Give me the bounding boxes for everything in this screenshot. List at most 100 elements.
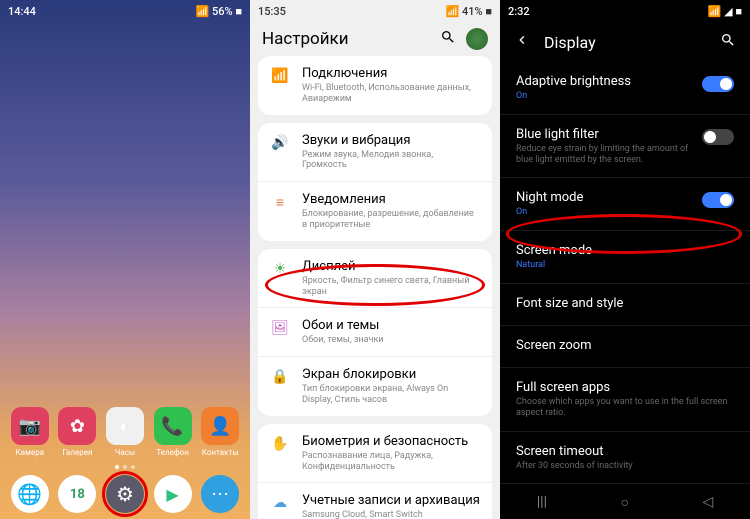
row-subtitle: Яркость, Фильтр синего света, Главный эк… [302, 276, 480, 298]
item-title: Font size and style [516, 296, 734, 311]
row-title: Подключения [302, 66, 480, 81]
dock-play-icon[interactable]: ▶ [154, 475, 192, 513]
settings-row-Уведомления[interactable]: ≡ Уведомления Блокирование, разрешение, до… [258, 181, 492, 241]
display-item-screen-mode[interactable]: Screen mode Natural [500, 231, 750, 284]
dock-settings-icon[interactable]: ⚙ [106, 475, 144, 513]
search-icon[interactable] [440, 29, 456, 49]
display-item-night-mode[interactable]: Night mode On [500, 178, 750, 231]
page-indicator [0, 465, 250, 469]
item-title: Screen zoom [516, 338, 734, 353]
item-title: Blue light filter [516, 127, 702, 142]
settings-cards: 📶 Подключения Wi-Fi, Bluetooth, Использова… [250, 56, 500, 519]
item-title: Adaptive brightness [516, 74, 702, 89]
row-subtitle: Samsung Cloud, Smart Switch [302, 510, 480, 519]
toggle-switch[interactable] [702, 76, 734, 92]
app-icon: 👤 [201, 407, 239, 445]
page-title: Display [544, 33, 706, 52]
settings-row-Обои и темы[interactable]: 🖼 Обои и темы Обои, темы, значки [258, 307, 492, 356]
settings-card: ✋Биометрия и безопасностьРаспознавание л… [258, 424, 492, 519]
status-icons: 📶 56% ■ [196, 5, 242, 18]
item-title: Full screen apps [516, 380, 734, 395]
app-row: 📷Камера✿ Галерея ◐ Часы 📞 Телефон 👤 Контакты [0, 407, 250, 457]
item-title: Screen mode [516, 243, 734, 258]
item-subtitle: Natural [516, 260, 734, 271]
app-Камера[interactable]: 📷Камера [9, 407, 51, 457]
search-icon[interactable] [720, 32, 736, 52]
row-icon: 🔒 [270, 369, 290, 385]
row-title: Экран блокировки [302, 367, 480, 382]
home-screen-panel: 14:44 📶 56% ■ 📷Камера✿ Галерея ◐ Часы 📞 Телеф… [0, 0, 250, 519]
toggle-switch[interactable] [702, 129, 734, 145]
app-label: Контакты [202, 448, 239, 457]
dock: 🌐18 ⚙ ▶⋯ [0, 475, 250, 513]
toggle-switch[interactable] [702, 192, 734, 208]
app-Контакты[interactable]: 👤 Контакты [199, 407, 241, 457]
item-title: Screen timeout [516, 444, 734, 459]
app-Галерея[interactable]: ✿ Галерея [56, 407, 98, 457]
row-icon: ✋ [270, 436, 290, 452]
app-icon: ✿ [58, 407, 96, 445]
app-label: Часы [115, 448, 135, 457]
row-title: Уведомления [302, 192, 480, 207]
clock: 14:44 [8, 5, 36, 18]
back-icon[interactable] [514, 32, 530, 52]
status-bar: 14:44 📶 56% ■ [0, 0, 250, 22]
recents-button[interactable]: ||| [537, 494, 547, 511]
row-subtitle: Wi-Fi, Bluetooth, Использование данных, … [302, 83, 480, 105]
dock-messages-icon[interactable]: ⋯ [201, 475, 239, 513]
display-item-full-screen-apps[interactable]: Full screen apps Choose which apps you wa… [500, 368, 750, 432]
settings-card: 📶 Подключения Wi-Fi, Bluetooth, Использова… [258, 56, 492, 115]
row-subtitle: Тип блокировки экрана, Always On Display… [302, 384, 480, 406]
item-title: Night mode [516, 190, 702, 205]
row-icon: 📶 [270, 68, 290, 84]
dock-chrome-icon[interactable]: 🌐 [11, 475, 49, 513]
display-item-font-size-and-style[interactable]: Font size and style [500, 284, 750, 326]
status-bar: 2:32 📶 ◢ ■ [500, 0, 750, 22]
settings-list-panel: 15:35 📶 41% ■ Настройки 📶 Подключения Wi-F… [250, 0, 500, 519]
row-subtitle: Режим звука, Мелодия звонка, Громкость [302, 150, 480, 172]
row-icon: ≡ [270, 194, 290, 211]
settings-row-Звуки и вибрация[interactable]: 🔊Звуки и вибрацияРежим звука, Мелодия зв… [258, 123, 492, 182]
row-title: Учетные записи и архивация [302, 493, 480, 508]
settings-header: Настройки [250, 22, 500, 56]
row-title: Звуки и вибрация [302, 133, 480, 148]
row-title: Биометрия и безопасность [302, 434, 480, 449]
back-button[interactable]: ◁ [702, 494, 713, 511]
row-icon: 🖼 [270, 320, 290, 336]
dock-calendar-icon[interactable]: 18 [58, 475, 96, 513]
app-Телефон[interactable]: 📞 Телефон [152, 407, 194, 457]
settings-row-Учетные записи и архивация[interactable]: ☁Учетные записи и архивацияSamsung Cloud… [258, 482, 492, 519]
display-item-screen-timeout[interactable]: Screen timeout After 30 seconds of inacti… [500, 432, 750, 485]
app-icon: ◐ [106, 407, 144, 445]
settings-card: 🔊Звуки и вибрацияРежим звука, Мелодия зв… [258, 123, 492, 241]
status-icons: 📶 41% ■ [446, 5, 492, 18]
home-button[interactable]: ○ [620, 494, 628, 511]
clock: 15:35 [258, 5, 286, 18]
page-title: Настройки [262, 29, 349, 49]
display-settings-panel: 2:32 📶 ◢ ■ Display Adaptive brightnessOn… [500, 0, 750, 519]
display-item-adaptive-brightness[interactable]: Adaptive brightnessOn [500, 62, 750, 115]
row-title: Обои и темы [302, 318, 480, 333]
item-subtitle: After 30 seconds of inactivity [516, 461, 734, 472]
navigation-bar: ||| ○ ◁ [500, 486, 750, 519]
display-settings-list: Adaptive brightnessOnBlue light filterRe… [500, 62, 750, 484]
row-subtitle: Обои, темы, значки [302, 335, 480, 346]
status-icons: 📶 ◢ ■ [708, 5, 742, 18]
settings-row-Биометрия и безопасность[interactable]: ✋Биометрия и безопасностьРаспознавание л… [258, 424, 492, 483]
row-title: Дисплей [302, 259, 480, 274]
display-item-screen-zoom[interactable]: Screen zoom [500, 326, 750, 368]
row-icon: ☀ [270, 261, 290, 277]
display-item-blue-light-filter[interactable]: Blue light filterReduce eye strain by li… [500, 115, 750, 179]
item-subtitle: Choose which apps you want to use in the… [516, 397, 734, 419]
app-Часы[interactable]: ◐ Часы [104, 407, 146, 457]
app-label: Телефон [156, 448, 188, 457]
app-label: Галерея [62, 448, 92, 457]
profile-avatar[interactable] [466, 28, 488, 50]
row-subtitle: Блокирование, разрешение, добавление в п… [302, 209, 480, 231]
app-icon: 📞 [154, 407, 192, 445]
display-header: Display [500, 22, 750, 62]
item-subtitle: On [516, 207, 702, 218]
settings-row-Экран блокировки[interactable]: 🔒 Экран блокировки Тип блокировки экрана, … [258, 356, 492, 416]
settings-row-Дисплей[interactable]: ☀ Дисплей Яркость, Фильтр синего света, Гл… [258, 249, 492, 308]
settings-row-Подключения[interactable]: 📶 Подключения Wi-Fi, Bluetooth, Использова… [258, 56, 492, 115]
